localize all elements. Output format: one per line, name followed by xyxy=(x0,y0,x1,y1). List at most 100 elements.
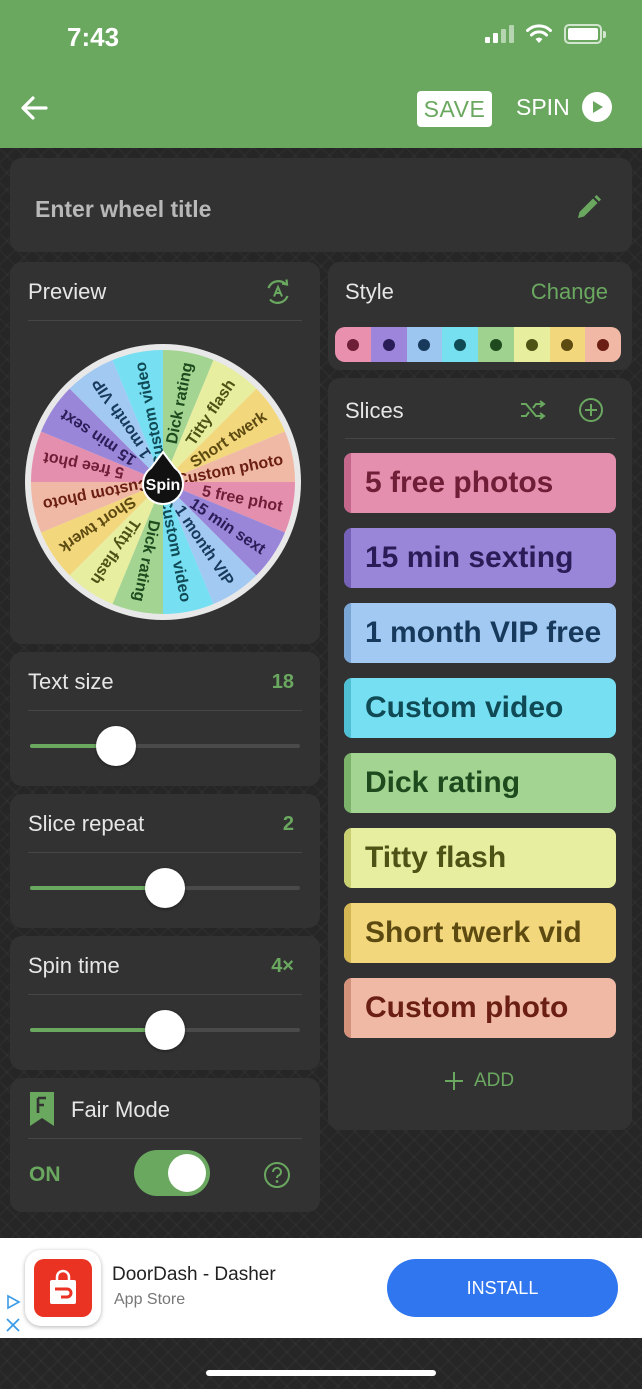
slice-color-bar xyxy=(344,453,351,513)
style-label: Style xyxy=(345,279,394,304)
slice-label: Titty flash xyxy=(365,841,507,874)
change-style-button[interactable]: Change xyxy=(531,279,608,305)
swatch-dot xyxy=(346,338,359,351)
add-slice-circle-icon[interactable] xyxy=(578,397,604,423)
slice-item[interactable]: Titty flash xyxy=(344,828,616,888)
fair-mode-toggle[interactable] xyxy=(134,1150,210,1196)
slice-item[interactable]: Custom video xyxy=(344,678,616,738)
divider xyxy=(345,438,615,439)
palette-swatch xyxy=(335,327,371,362)
swatch-dot xyxy=(597,338,610,351)
text-size-label: Text size xyxy=(28,669,114,694)
swatch-dot xyxy=(418,338,431,351)
spin-time-label: Spin time xyxy=(28,953,120,978)
spin-time-value: 4× xyxy=(271,955,294,977)
spin-time-card: Spin time 4× xyxy=(10,936,320,1070)
status-time: 7:43 xyxy=(67,22,120,52)
preview-card: Preview 5 free phot 15 min sext 1 month VI… xyxy=(10,262,320,644)
spin-button-label: SPIN xyxy=(516,93,570,120)
text-size-slider[interactable] xyxy=(30,726,300,766)
home-indicator xyxy=(206,1370,436,1376)
divider xyxy=(28,852,302,853)
slice-label: 15 min sexting xyxy=(365,541,574,574)
slice-color-bar xyxy=(344,603,351,663)
shuffle-icon[interactable] xyxy=(520,399,546,421)
wheel-title-input[interactable]: Enter wheel title xyxy=(35,196,211,223)
slice-item[interactable]: 5 free photos xyxy=(344,453,616,513)
slice-label: Dick rating xyxy=(365,766,521,799)
ad-title: DoorDash - Dasher xyxy=(112,1264,276,1285)
help-icon[interactable] xyxy=(263,1161,291,1189)
swatch-dot xyxy=(525,338,538,351)
auto-rotate-icon[interactable] xyxy=(264,278,292,306)
slice-color-bar xyxy=(344,753,351,813)
slice-repeat-label: Slice repeat xyxy=(28,811,145,836)
wheel-title-card[interactable]: Enter wheel title xyxy=(10,158,632,252)
palette-swatch xyxy=(406,327,443,362)
slice-item[interactable]: 15 min sexting xyxy=(344,528,616,588)
add-slice-label: ADD xyxy=(474,1070,515,1091)
slices-card: Slices 5 free photos 15 min sexting 1 mont… xyxy=(328,378,632,1130)
app-header: 7:43 SAVE SPIN xyxy=(0,0,642,148)
slice-label: Custom photo xyxy=(365,991,569,1024)
swatch-dot xyxy=(489,338,502,351)
swatch-dot xyxy=(561,338,574,351)
ad-banner[interactable]: DoorDash - Dasher App Store INSTALL xyxy=(0,1238,642,1338)
divider xyxy=(28,710,302,711)
slices-label: Slices xyxy=(345,398,404,423)
slice-repeat-card: Slice repeat 2 xyxy=(10,794,320,928)
palette-swatch xyxy=(370,327,407,362)
pencil-icon[interactable] xyxy=(574,194,602,222)
divider xyxy=(28,1138,302,1139)
divider xyxy=(28,994,302,995)
slice-label: Custom video xyxy=(365,691,564,724)
play-icon xyxy=(581,92,612,122)
slider-thumb[interactable] xyxy=(96,726,137,766)
status-icons xyxy=(485,24,606,44)
slice-color-bar xyxy=(344,528,351,588)
fair-mode-card: Fair Mode ON xyxy=(10,1078,320,1212)
toggle-knob xyxy=(168,1154,206,1192)
signal-icon xyxy=(485,25,514,43)
palette-swatch xyxy=(549,327,586,362)
color-palette[interactable] xyxy=(335,327,621,362)
slice-item[interactable]: Custom photo xyxy=(344,978,616,1038)
add-slice-button[interactable]: ADD xyxy=(444,1070,514,1092)
battery-icon xyxy=(564,24,606,44)
slice-repeat-slider[interactable] xyxy=(30,868,300,908)
divider xyxy=(28,320,302,321)
wheel-preview[interactable]: 5 free phot15 min sext1 month VIPCustom … xyxy=(23,342,303,622)
spin-button[interactable]: SPIN xyxy=(516,92,612,122)
palette-swatch xyxy=(585,327,621,362)
plus-icon xyxy=(445,1072,463,1090)
fair-mode-label: Fair Mode xyxy=(71,1097,171,1122)
slice-label: 5 free photos xyxy=(365,466,554,499)
doordash-app-icon[interactable] xyxy=(25,1250,101,1326)
slice-color-bar xyxy=(344,828,351,888)
slice-color-bar xyxy=(344,903,351,963)
preview-label: Preview xyxy=(28,279,107,304)
slice-color-bar xyxy=(344,678,351,738)
palette-swatch xyxy=(513,327,550,362)
ad-close-icon[interactable] xyxy=(5,1317,21,1333)
palette-swatch xyxy=(442,327,478,362)
ad-subtitle: App Store xyxy=(114,1291,186,1308)
slice-item[interactable]: Dick rating xyxy=(344,753,616,813)
spin-time-slider[interactable] xyxy=(30,1010,300,1050)
slice-label: Short twerk vid xyxy=(365,916,582,949)
text-size-card: Text size 18 xyxy=(10,652,320,786)
install-button[interactable]: INSTALL xyxy=(387,1259,618,1317)
slider-thumb[interactable] xyxy=(145,868,185,908)
back-arrow-icon[interactable] xyxy=(18,92,50,124)
save-button[interactable]: SAVE xyxy=(417,91,492,127)
slider-thumb[interactable] xyxy=(145,1010,185,1050)
shopping-bag-icon xyxy=(34,1259,92,1317)
swatch-dot xyxy=(454,338,467,351)
slice-item[interactable]: 1 month VIP free xyxy=(344,603,616,663)
slice-item[interactable]: Short twerk vid xyxy=(344,903,616,963)
ad-choices-icon[interactable] xyxy=(5,1294,21,1310)
slice-label: 1 month VIP free xyxy=(365,616,602,649)
text-size-value: 18 xyxy=(271,671,294,693)
slice-color-bar xyxy=(344,978,351,1038)
swatch-dot xyxy=(382,338,395,351)
